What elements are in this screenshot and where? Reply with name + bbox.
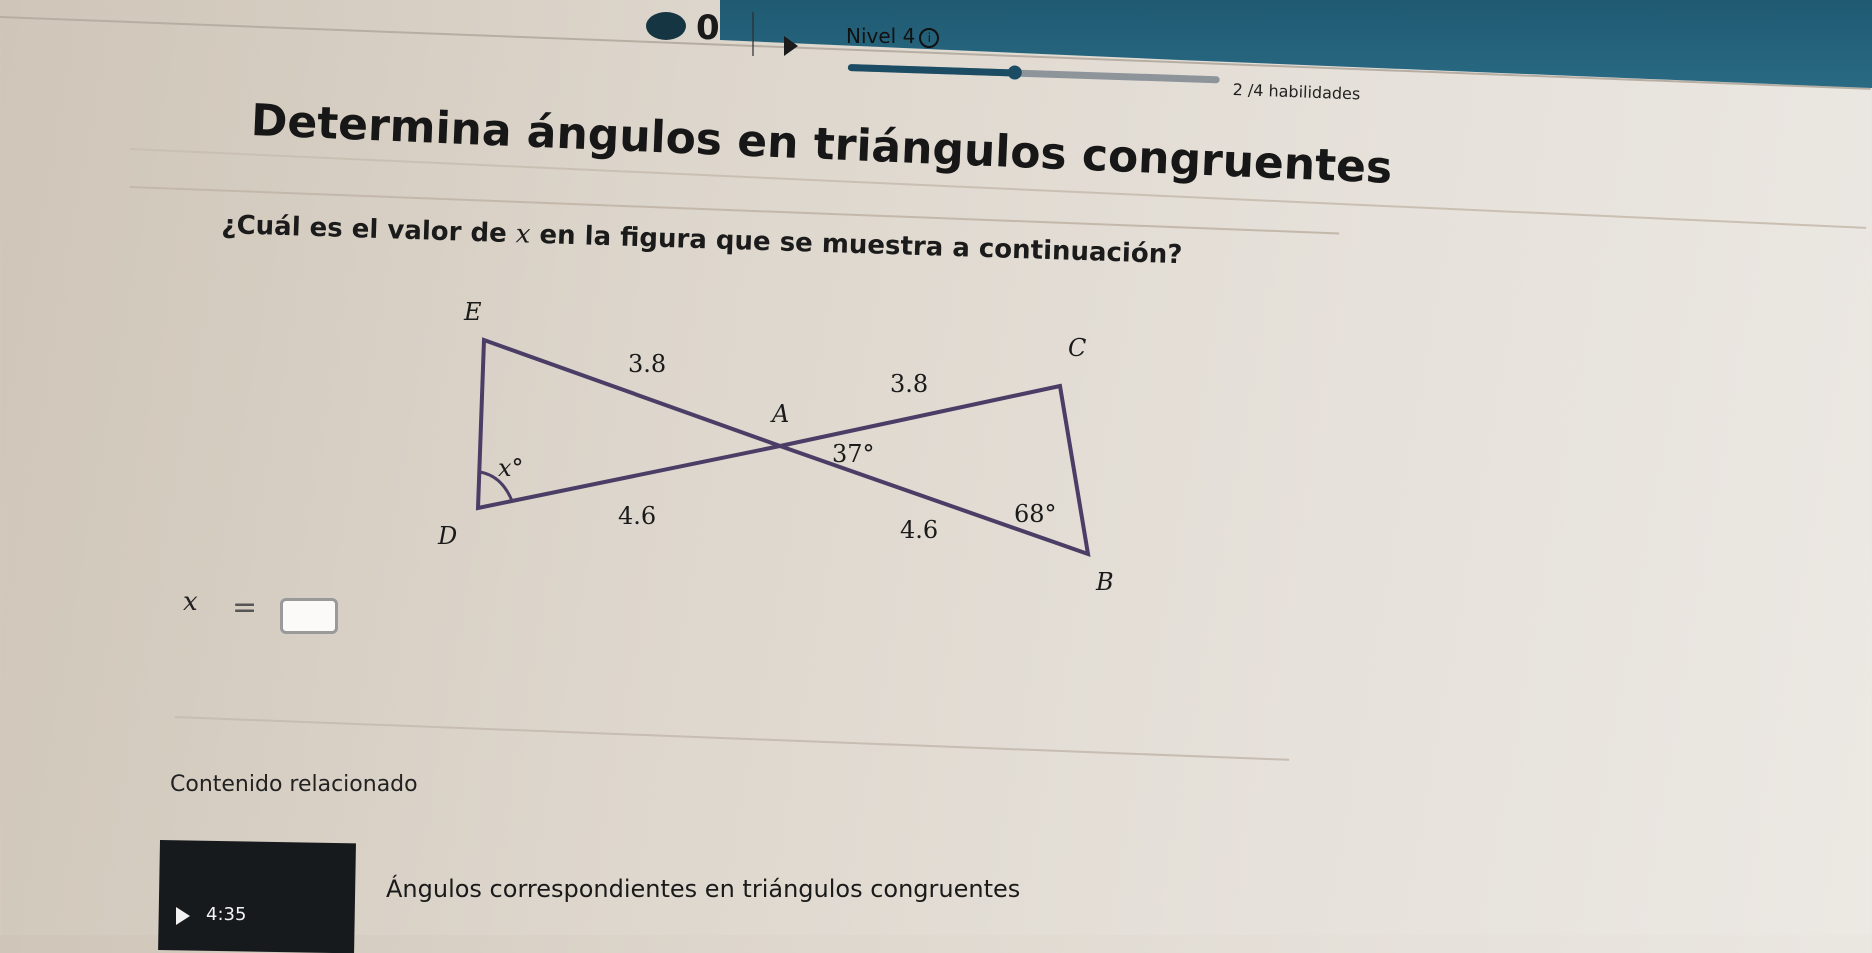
vertex-label-a: A xyxy=(770,400,789,428)
side-ea-measure: 3.8 xyxy=(628,350,666,378)
section-divider xyxy=(174,716,1290,761)
level-text: Nivel 4 xyxy=(846,24,916,48)
question-text: ¿Cuál es el valor de x en la figura que … xyxy=(221,210,1183,270)
vertex-label-b: B xyxy=(1095,568,1114,596)
video-thumbnail[interactable] xyxy=(158,840,356,953)
side-ac-measure: 3.8 xyxy=(890,370,928,398)
answer-input[interactable] xyxy=(280,598,338,634)
video-title-link[interactable]: Ángulos correspondientes en triángulos c… xyxy=(386,875,1020,903)
question-variable: x xyxy=(515,219,531,250)
level-progress-fill xyxy=(847,64,1016,77)
question-suffix: en la figura que se muestra a continuaci… xyxy=(529,219,1183,271)
question-prefix: ¿Cuál es el valor de xyxy=(221,210,517,250)
answer-equals: = xyxy=(232,590,258,625)
vertex-label-e: E xyxy=(463,298,482,326)
streak-icon xyxy=(646,12,686,40)
side-ab-measure: 4.6 xyxy=(900,516,938,544)
vertex-label-c: C xyxy=(1068,334,1086,362)
level-progress-knob xyxy=(1007,65,1023,80)
vertex-label-d: D xyxy=(437,522,457,550)
angle-d-measure: x° xyxy=(498,454,524,482)
triangles-figure: E C A D B 3.8 3.8 4.6 4.6 37° 68° x° xyxy=(437,298,1114,596)
angle-b-measure: 68° xyxy=(1014,500,1057,528)
header-separator xyxy=(752,12,754,56)
angle-a-measure: 37° xyxy=(832,440,875,468)
level-label: Nivel 4i xyxy=(846,24,940,48)
skills-count: 2 /4 habilidades xyxy=(1232,80,1361,104)
streak-count: 0 xyxy=(696,8,720,48)
answer-variable: x xyxy=(183,587,198,617)
related-content-heading: Contenido relacionado xyxy=(170,772,418,797)
info-icon[interactable]: i xyxy=(919,27,940,48)
video-duration: 4:35 xyxy=(206,904,247,925)
video-play-icon[interactable] xyxy=(176,907,190,925)
play-icon[interactable] xyxy=(784,36,798,56)
level-progress-bar xyxy=(847,64,1220,84)
side-da-measure: 4.6 xyxy=(618,502,656,530)
